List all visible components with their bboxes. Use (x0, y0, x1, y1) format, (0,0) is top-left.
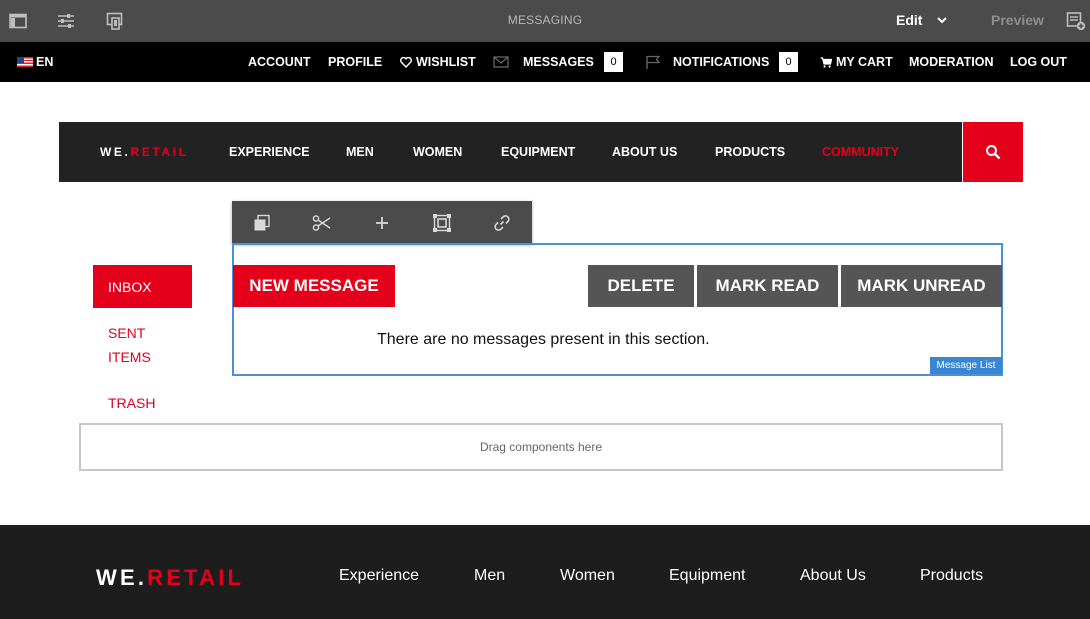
sidebar-item-trash[interactable]: TRASH (108, 391, 155, 415)
search-button[interactable] (963, 122, 1023, 182)
footer-logo[interactable]: WE.RETAIL (96, 565, 244, 591)
nav-item-community[interactable]: COMMUNITY (822, 145, 899, 159)
nav-item-equipment[interactable]: EQUIPMENT (501, 145, 575, 159)
account-link[interactable]: ACCOUNT (248, 55, 311, 69)
wishlist-link[interactable]: WISHLIST (400, 55, 476, 69)
footer-link-about-us[interactable]: About Us (800, 567, 866, 585)
side-panel-icon[interactable] (8, 11, 28, 31)
flag-icon (646, 55, 661, 69)
cart-icon (820, 56, 832, 68)
account-bar: EN ACCOUNT PROFILE WISHLIST MESSAGES 0 N… (0, 42, 1090, 82)
nav-item-products[interactable]: PRODUCTS (715, 145, 785, 159)
sidebar-item-sent-items[interactable]: SENT ITEMS (108, 321, 151, 369)
search-icon (986, 145, 1001, 160)
nav-item-men[interactable]: MEN (346, 145, 374, 159)
footer-link-experience[interactable]: Experience (339, 567, 419, 585)
dropzone-label: Drag components here (479, 440, 603, 454)
moderation-link[interactable]: MODERATION (909, 55, 994, 69)
group-icon[interactable] (432, 213, 452, 233)
site-footer: WE.RETAIL Experience Men Women Equipment… (0, 525, 1090, 619)
cut-icon[interactable] (312, 213, 332, 233)
notifications-count-badge: 0 (779, 52, 798, 72)
footer-link-equipment[interactable]: Equipment (669, 567, 746, 585)
sent-label-line1: SENT (108, 325, 146, 341)
nav-item-about-us[interactable]: ABOUT US (612, 145, 677, 159)
chevron-down-icon[interactable] (934, 11, 950, 29)
component-dropzone[interactable]: Drag components here (79, 423, 1003, 471)
language-label: EN (36, 55, 54, 69)
delete-button[interactable]: DELETE (588, 265, 694, 307)
footer-link-women[interactable]: Women (560, 567, 615, 585)
empty-state-message: There are no messages present in this se… (377, 331, 710, 348)
footer-link-men[interactable]: Men (474, 567, 505, 585)
new-message-button[interactable]: NEW MESSAGE (233, 265, 395, 307)
logo-text-white: WE. (100, 145, 131, 159)
preview-button[interactable]: Preview (991, 12, 1044, 28)
us-flag-icon (17, 57, 33, 67)
emulator-icon[interactable] (105, 11, 125, 31)
sent-label-line2: ITEMS (108, 349, 151, 365)
copy-icon[interactable] (252, 213, 272, 233)
site-navigation: WE.RETAIL EXPERIENCE MEN WOMEN EQUIPMENT… (59, 122, 962, 182)
footer-logo-text-red: RETAIL (147, 565, 245, 590)
nav-item-experience[interactable]: EXPERIENCE (229, 145, 310, 159)
component-label: Message List (930, 357, 1002, 374)
logout-link[interactable]: LOG OUT (1010, 55, 1067, 69)
notifications-label: NOTIFICATIONS (673, 55, 770, 69)
logo-text-red: RETAIL (130, 145, 189, 159)
profile-link[interactable]: PROFILE (328, 55, 382, 69)
footer-logo-text-white: WE. (96, 565, 148, 590)
notifications-link[interactable]: NOTIFICATIONS (645, 55, 769, 69)
site-logo[interactable]: WE.RETAIL (100, 145, 189, 159)
heart-icon (400, 56, 412, 68)
link-icon[interactable] (492, 213, 512, 233)
insert-icon[interactable] (372, 213, 392, 233)
language-selector[interactable]: EN (17, 55, 53, 69)
messages-label: MESSAGES (523, 55, 594, 69)
cart-label: MY CART (836, 55, 893, 69)
envelope-icon (493, 56, 509, 68)
sidebar-item-inbox[interactable]: INBOX (93, 265, 192, 308)
editor-toolbar: MESSAGING Edit Preview (0, 0, 1090, 42)
mode-selector[interactable]: Edit (896, 12, 922, 28)
messages-link[interactable]: MESSAGES (493, 55, 594, 69)
annotations-icon[interactable] (1066, 11, 1086, 31)
mark-read-button[interactable]: MARK READ (697, 265, 838, 307)
message-list-component[interactable] (232, 243, 1003, 376)
mark-unread-button[interactable]: MARK UNREAD (841, 265, 1002, 307)
nav-item-women[interactable]: WOMEN (413, 145, 462, 159)
properties-icon[interactable] (56, 11, 76, 31)
wishlist-label: WISHLIST (416, 55, 476, 69)
page-title: MESSAGING (507, 13, 583, 27)
messages-count-badge: 0 (604, 52, 623, 72)
cart-link[interactable]: MY CART (820, 55, 893, 69)
footer-link-products[interactable]: Products (920, 567, 983, 585)
component-toolbar (232, 201, 532, 244)
